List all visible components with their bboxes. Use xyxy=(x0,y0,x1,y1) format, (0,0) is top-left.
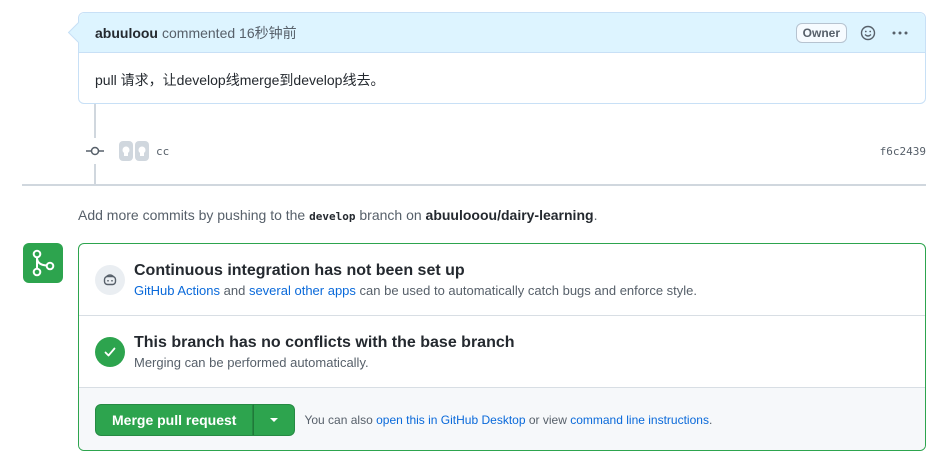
push-hint: Add more commits by pushing to the devel… xyxy=(78,207,597,223)
comment-body: pull 请求，让develop线merge到develop线去。 xyxy=(95,72,385,88)
timeline-divider xyxy=(22,184,926,186)
ci-and: and xyxy=(223,283,246,298)
comment-meta: commented 16秒钟前 xyxy=(162,24,297,41)
commit-sha[interactable]: f6c2439 xyxy=(880,145,926,158)
triangle-down-icon[interactable] xyxy=(253,404,296,436)
branch-name: develop xyxy=(309,210,356,223)
github-desktop-link[interactable]: open this in GitHub Desktop xyxy=(376,413,525,427)
merge-action-section: Merge pull request You can also open thi… xyxy=(79,388,925,450)
merge-alternatives: You can also open this in GitHub Desktop… xyxy=(304,413,712,427)
merge-box: Continuous integration has not been set … xyxy=(78,243,926,451)
pr-comment: abuuloou commented 16秒钟前 Owner pull 请求，让… xyxy=(78,12,926,104)
git-commit-icon xyxy=(86,138,104,164)
comment-header: abuuloou commented 16秒钟前 Owner xyxy=(79,13,925,53)
push-hint-suffix: . xyxy=(593,207,598,223)
merge-pull-request-button[interactable]: Merge pull request xyxy=(95,404,254,436)
ci-status-section: Continuous integration has not been set … xyxy=(79,244,925,316)
ci-title: Continuous integration has not been set … xyxy=(134,262,465,279)
repo-name: abuulooou/dairy-learning xyxy=(425,207,594,223)
ci-status-text: Continuous integration has not been set … xyxy=(134,261,697,298)
commit-row: cc f6c2439 xyxy=(86,138,926,164)
ci-rest: can be used to automatically catch bugs … xyxy=(359,283,698,298)
merge-alt-suffix: . xyxy=(708,413,713,427)
conflict-subtitle: Merging can be performed automatically. xyxy=(134,355,369,370)
conflict-title: This branch has no conflicts with the ba… xyxy=(134,334,515,351)
bot-icon xyxy=(95,264,125,295)
ci-subtitle: GitHub Actions and several other apps ca… xyxy=(134,283,697,298)
commit-message[interactable]: cc xyxy=(156,145,169,158)
push-hint-prefix: Add more commits by pushing to the xyxy=(78,207,306,223)
merge-button-group: Merge pull request xyxy=(95,404,296,436)
check-icon xyxy=(95,336,125,367)
command-line-link[interactable]: command line instructions xyxy=(570,413,709,427)
github-avatar-icon[interactable] xyxy=(119,140,149,162)
merge-alt-middle: or view xyxy=(528,413,567,427)
conflict-status-text: This branch has no conflicts with the ba… xyxy=(134,333,515,370)
push-hint-middle: branch on xyxy=(359,207,422,223)
smiley-icon[interactable] xyxy=(857,22,879,44)
kebab-menu-icon[interactable] xyxy=(889,22,911,44)
owner-badge: Owner xyxy=(795,22,847,43)
github-actions-link[interactable]: GitHub Actions xyxy=(134,283,220,298)
conflict-status-section: This branch has no conflicts with the ba… xyxy=(79,316,925,388)
git-merge-icon xyxy=(23,243,63,283)
comment-author[interactable]: abuuloou xyxy=(95,25,158,41)
comment-actions: Owner xyxy=(795,22,911,44)
merge-alt-prefix: You can also xyxy=(304,413,373,427)
other-apps-link[interactable]: several other apps xyxy=(249,283,356,298)
